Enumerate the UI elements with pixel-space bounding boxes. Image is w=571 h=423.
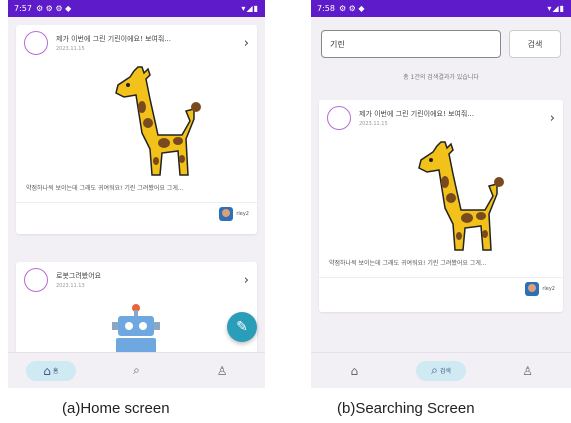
bottom-nav: ⌂ 홈 ⌕ ♙ [8, 352, 265, 388]
nav-profile[interactable]: ♙ [503, 361, 553, 381]
nav-search[interactable]: ⌕ [111, 361, 161, 381]
post-date: 2023.11.15 [56, 46, 85, 52]
post-header[interactable]: 로봇그려봤어요 2023.11.13 › [16, 262, 257, 298]
user-avatar [525, 282, 540, 296]
status-bar: 7:57 ⚙ ⚙ ⚙ ◆ ▾◢▮ [8, 0, 265, 17]
person-icon: ♙ [216, 363, 228, 378]
figure-caption-a: (a)Home screen [62, 400, 170, 417]
chevron-right-icon[interactable]: › [244, 36, 249, 51]
status-bar: 7:58 ⚙ ⚙ ◆ ▾◢▮ [311, 0, 571, 17]
search-icon: ⌕ [133, 363, 140, 377]
figure-caption-b: (b)Searching Screen [337, 400, 475, 417]
status-time: 7:57 [14, 4, 32, 13]
post-title: 제가 이번에 그린 기린이에요! 보여줘... [56, 35, 171, 43]
search-screen: 7:58 ⚙ ⚙ ◆ ▾◢▮ 검색 총 1건의 검색결과가 있습니다 제가 이번… [311, 0, 571, 388]
home-icon: ⌂ [350, 363, 359, 378]
post-caption: 약점하나씩 보이는데 그래도 귀여워요! 기린 그려봤어요 그게... [329, 260, 487, 267]
nav-profile[interactable]: ♙ [197, 361, 247, 381]
post-date: 2023.11.15 [359, 121, 388, 127]
status-time: 7:58 [317, 4, 335, 13]
search-input[interactable] [321, 30, 501, 58]
giraffe-drawing [418, 141, 504, 251]
home-icon: ⌂ [43, 363, 51, 378]
write-post-button[interactable]: ✎ [227, 312, 257, 342]
post-card[interactable]: 제가 이번에 그린 기린이에요! 보여줘... 2023.11.15 › 약점하… [16, 25, 257, 234]
status-icons: ⚙ ⚙ ⚙ ◆ [35, 4, 72, 13]
robot-drawing [112, 304, 160, 362]
nav-home[interactable]: ⌂ 홈 [25, 360, 76, 381]
post-card[interactable]: 로봇그려봤어요 2023.11.13 › [16, 262, 257, 362]
result-count: 총 1건의 검색결과가 있습니다 [403, 74, 479, 81]
nav-home[interactable]: ⌂ [329, 361, 379, 381]
post-card[interactable]: 제가 이번에 그린 기린이에요! 보여줘... 2023.11.15 › 약점하… [319, 100, 563, 312]
nav-home-label: 홈 [52, 368, 59, 375]
status-icons: ⚙ ⚙ ◆ [338, 4, 365, 13]
user-name: rley2 [542, 286, 555, 292]
post-footer: rley2 [319, 277, 563, 300]
giraffe-drawing [115, 66, 201, 176]
post-title: 로봇그려봤어요 [56, 272, 102, 280]
battery-signal-icon: ▾◢▮ [547, 4, 565, 13]
pencil-icon: ✎ [236, 319, 248, 335]
user-avatar [219, 207, 234, 221]
post-date: 2023.11.13 [56, 283, 85, 289]
search-button[interactable]: 검색 [509, 30, 561, 58]
post-header[interactable]: 제가 이번에 그린 기린이에요! 보여줘... 2023.11.15 › [16, 25, 257, 61]
post-title: 제가 이번에 그린 기린이에요! 보여줘... [359, 110, 474, 118]
author-avatar [24, 268, 48, 292]
person-icon: ♙ [522, 363, 534, 378]
user-name: rley2 [236, 211, 249, 217]
post-footer: rley2 [16, 202, 257, 225]
post-caption: 약점하나씩 보이는데 그래도 귀여워요! 기린 그려봤어요 그게... [26, 185, 184, 192]
chevron-right-icon[interactable]: › [550, 111, 555, 126]
author-avatar [24, 31, 48, 55]
search-bar: 검색 [321, 30, 561, 58]
nav-search[interactable]: ⌕ 검색 [415, 360, 466, 381]
chevron-right-icon[interactable]: › [244, 273, 249, 288]
search-icon: ⌕ [431, 363, 438, 377]
post-header[interactable]: 제가 이번에 그린 기린이에요! 보여줘... 2023.11.15 › [319, 100, 563, 136]
home-screen: 7:57 ⚙ ⚙ ⚙ ◆ ▾◢▮ 제가 이번에 그린 기린이에요! 보여줘...… [8, 0, 265, 388]
author-avatar [327, 106, 351, 130]
nav-search-label: 검색 [439, 368, 451, 375]
bottom-nav: ⌂ ⌕ 검색 ♙ [311, 352, 571, 388]
battery-signal-icon: ▾◢▮ [241, 4, 259, 13]
